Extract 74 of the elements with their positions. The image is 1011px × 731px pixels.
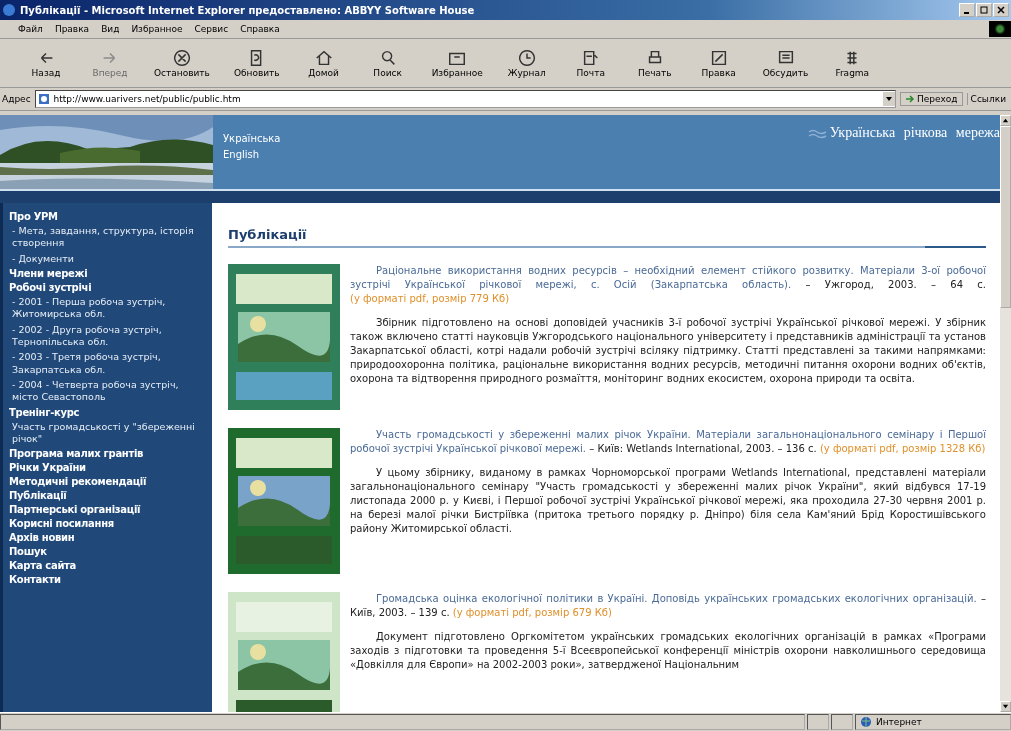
maximize-icon [980, 6, 988, 14]
toolbar-button[interactable]: Назад [24, 46, 68, 80]
site-title: Українська річкова мережа [829, 125, 1000, 141]
sidebar-link[interactable]: - 2003 - Третя робоча зустріч, Закарпатська обл. [9, 351, 206, 377]
publication-description: У цьому збірнику, виданому в рамках Чорноморської програми Wetlands International, представлені матеріали загальнонаціонального семінару "Участь громадськості у збереженні малих річок України", який відбувся 17-19 листопада 2000 р. у Києві, і Першої робочої зустрічі Української річкової мережі, яка проходила 27-30 червня 2001 р. на березі малої річки Бистріївка (притока третього порядку р. Дніпро) біля села Кам'яний Брід Коростишівського району Житомирської області. [350, 466, 986, 536]
page-icon [37, 93, 50, 105]
sidebar-link[interactable]: Партнерські організації [9, 504, 206, 516]
publication-reference: Раціональне використання водних ресурсів – необхідний елемент стійкого розвитку. Матеріали 3-ої робочої зустрічі Української річкової мережі, с. Осій (Закарпатська область). – Ужгород, 2003. – 64 с. (у форматі pdf, розмір 779 Кб) [350, 264, 986, 306]
sidebar-link[interactable]: - Документи [9, 252, 206, 266]
toolbar-button[interactable]: Печать [632, 46, 677, 80]
sidebar-link[interactable]: Програма малих грантів [9, 448, 206, 460]
window-title: Публікації - Microsoft Internet Explorer предоставлено: ABBYY Software House [20, 4, 476, 16]
home-icon [313, 48, 334, 68]
arrow-icon [905, 94, 915, 104]
address-field[interactable]: http://www.uarivers.net/public/public.htm [34, 90, 896, 108]
menu-item[interactable]: Правка [54, 24, 90, 34]
scrollbar[interactable] [1000, 115, 1011, 712]
toolbar-button[interactable]: Остановить [152, 46, 212, 80]
close-icon [997, 6, 1005, 14]
sidebar-link[interactable]: - 2002 - Друга робоча зустріч, Тернопільська обл. [9, 323, 206, 349]
sidebar-link[interactable]: Річки України [9, 462, 206, 474]
toolbar-button[interactable]: Обсудить [760, 46, 811, 80]
sidebar-link[interactable]: Про УРМ [9, 211, 206, 222]
menu-item[interactable]: Вид [101, 24, 120, 34]
sidebar-link[interactable]: Методичні рекомендації [9, 476, 206, 488]
toolbar-button[interactable]: Домой [301, 46, 346, 80]
toolbar-button[interactable]: Правка [696, 46, 741, 80]
toolbar-button[interactable]: Почта [568, 46, 613, 80]
publication-reference: Громадська оцінка екологічної політики в Україні. Доповідь українських громадських екологічних організацій. – Київ, 2003. – 139 с. (у форматі pdf, розмір 679 Кб) [350, 592, 986, 620]
language-link[interactable]: English [223, 149, 281, 160]
menu-item[interactable]: Сервис [194, 24, 229, 34]
address-label: Адрес [2, 94, 31, 104]
scroll-up-icon[interactable] [1002, 117, 1009, 124]
maximize-button[interactable] [976, 3, 992, 17]
menu-item[interactable]: Избранное [131, 24, 183, 34]
sidebar-link[interactable]: Публікації [9, 490, 206, 502]
toolbar-button[interactable]: Журнал [504, 46, 549, 80]
menu-item[interactable]: Файл [18, 24, 43, 34]
stop-icon [171, 48, 192, 68]
sidebar-link[interactable]: - Мета, завдання, структура, історія створення [9, 225, 206, 250]
page-heading: Публікації [228, 227, 308, 242]
scroll-down-icon[interactable] [1002, 703, 1009, 710]
publication-description: Збірник підготовлено на основі доповідей учасників 3-ї робочої зустрічі Української річкової мережі. У збірник також включено статті науковців Ужгородського національного університету і представників адміністрації та установ Закарпатської області, котрі надали робочій зустрічі всіляку підтримку. Статті представлені за такими напрямками: природоохоронна політика, раціональне використання водних ресурсів, методичні питання охорони водних об'єктів, охорона та відтворення природного розмаїття, моніторинг водних екосистем, охорона природи та освіта. [350, 316, 986, 386]
status-panel [831, 714, 853, 730]
sidebar-link[interactable]: Пошук [9, 546, 206, 558]
zone-status: Интернет [855, 714, 1011, 730]
minimize-button[interactable] [959, 3, 975, 17]
sidebar-link[interactable]: Участь громадськості у "збереженні річок" [9, 420, 206, 446]
status-panel [807, 714, 829, 730]
wave-icon [807, 128, 828, 140]
sidebar-link[interactable]: - 2004 - Четверта робоча зустріч, місто Севастополь [9, 379, 206, 404]
scrollbar-thumb[interactable] [1000, 126, 1011, 308]
publication-description: Документ підготовлено Оргкомітетом українських громадських екологічних організацій в рамках «Програми заходів з підготовки та проведення 5-ї Всеєвропейської конференції міністрів охорони навколишнього середовища «Довкілля для Європи» на 2002-2003 роки», затвердженої Національним [350, 630, 986, 672]
sidebar-link[interactable]: Тренінг-курс [9, 406, 206, 418]
links-button[interactable]: Ссылки [966, 93, 1009, 105]
sidebar-link[interactable]: Корисні посилання [9, 518, 206, 530]
publication-reference: Участь громадськості у збереженні малих річок України. Матеріали загальнонаціонального семінару і Першої робочої зустрічі Української річкової мережі. – Київ: Wetlands International, 2003. – 136 с. (у форматі pdf, розмір 1328 Кб) [350, 428, 986, 456]
history-icon [516, 48, 537, 68]
go-button[interactable]: Переход [900, 92, 963, 106]
toolbar-button[interactable]: Избранное [429, 46, 485, 80]
close-button[interactable] [993, 3, 1009, 17]
toolbar-button[interactable]: Fragma [830, 46, 875, 80]
browser-icon [2, 3, 16, 17]
globe-icon [860, 716, 872, 728]
toolbar-button[interactable]: Обновить [231, 46, 282, 80]
language-link[interactable]: Українська [223, 133, 281, 144]
sidebar-link[interactable]: Архів новин [9, 532, 206, 544]
menu-item[interactable]: Справка [240, 24, 280, 34]
sidebar-link[interactable]: Контакти [9, 574, 206, 586]
sidebar-link[interactable]: Робочі зустрічі [9, 282, 206, 294]
sidebar-link[interactable]: - 2001 - Перша робоча зустріч, Житомирська обл. [9, 296, 206, 321]
sidebar-link[interactable]: Карта сайта [9, 560, 206, 572]
toolbar-button[interactable]: Поиск [365, 46, 410, 80]
sidebar-link[interactable]: Члени мережі [9, 268, 206, 280]
